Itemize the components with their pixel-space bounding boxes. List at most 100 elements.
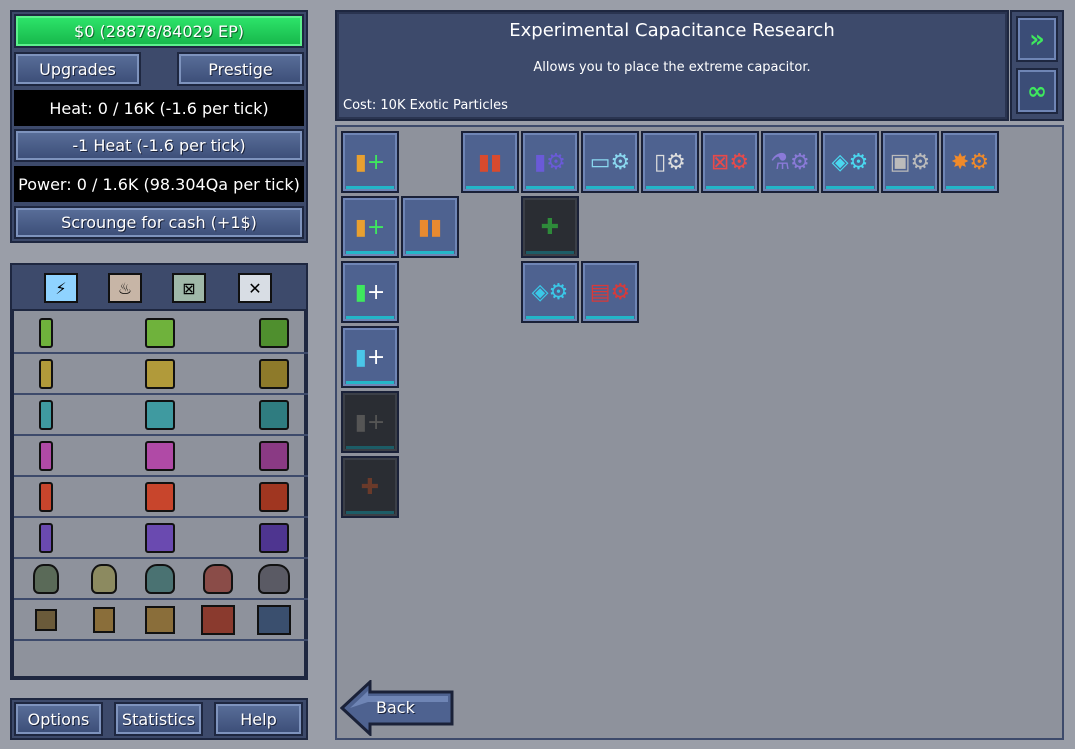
exchanger-category-tab[interactable]: ⊠ <box>172 273 206 303</box>
capacitor-3[interactable] <box>142 603 178 637</box>
research-exchanger[interactable]: ▭⚙ <box>581 131 639 193</box>
info-cost: Cost: 10K Exotic Particles <box>343 98 508 113</box>
quad-cell[interactable] <box>256 439 292 473</box>
upgrades-button[interactable]: Upgrades <box>14 52 141 86</box>
research-particle-accelerator[interactable]: ✸⚙ <box>941 131 999 193</box>
fuel-cell-icon <box>259 441 289 471</box>
infinity-button[interactable]: ∞ <box>1016 68 1058 114</box>
quad-cell[interactable] <box>256 521 292 555</box>
cell-row-nefastium <box>14 518 308 559</box>
fuel-cell-icon <box>145 318 175 348</box>
exchanger-icon: ▭⚙ <box>589 149 631 175</box>
quad-cell[interactable] <box>256 316 292 350</box>
cell-upgrade-icon: ▮+ <box>354 149 386 175</box>
research-cell-power[interactable]: ▮+ <box>341 131 399 193</box>
reflector-row <box>14 559 308 600</box>
cell-row-seaborgium <box>14 436 308 477</box>
fuel-cell-icon <box>259 318 289 348</box>
quad-cell[interactable] <box>256 480 292 514</box>
coolant-icon: ▮⚙ <box>534 149 566 175</box>
double-cell[interactable] <box>142 439 178 473</box>
cell-row-uranium <box>14 313 308 354</box>
fuel-cell-icon <box>259 359 289 389</box>
back-button[interactable]: Back <box>340 680 455 736</box>
research-coolant-cell[interactable]: ◈⚙ <box>821 131 879 193</box>
heat-category-tab[interactable]: ♨ <box>108 273 142 303</box>
exchanger-icon: ⊠ <box>182 278 196 298</box>
vent-icon: ▮▮ <box>477 149 503 175</box>
flame-icon: ♨ <box>117 278 133 298</box>
capacitor-4[interactable] <box>200 603 236 637</box>
reflector-2[interactable] <box>86 562 122 596</box>
fuel-cell-icon <box>259 400 289 430</box>
scrounge-button[interactable]: Scrounge for cash (+1$) <box>14 206 304 239</box>
help-button[interactable]: Help <box>214 702 303 736</box>
double-cell-icon: ▮▮ <box>417 214 443 240</box>
research-locked-capacitor[interactable]: ✚ <box>521 196 579 258</box>
capacitor-row <box>14 600 308 641</box>
misc-category-tab[interactable]: ✕ <box>238 273 272 303</box>
research-inlet[interactable]: ▯⚙ <box>641 131 699 193</box>
cross-icon: ✕ <box>248 278 262 298</box>
research-double-cell[interactable]: ▮▮ <box>401 196 459 258</box>
double-chevron-right-icon: » <box>1029 25 1045 53</box>
research-cell-perpetual[interactable]: ▮+ <box>341 326 399 388</box>
double-cell[interactable] <box>142 357 178 391</box>
reflector-icon <box>258 564 290 594</box>
reflector-4[interactable] <box>200 562 236 596</box>
statistics-button[interactable]: Statistics <box>114 702 203 736</box>
single-cell[interactable] <box>28 316 64 350</box>
research-extreme-coolant[interactable]: ◈⚙ <box>521 261 579 323</box>
single-cell[interactable] <box>28 480 64 514</box>
reflector-3[interactable] <box>142 562 178 596</box>
vent-heat-button[interactable]: -1 Heat (-1.6 per tick) <box>14 129 304 162</box>
single-cell[interactable] <box>28 439 64 473</box>
research-cell-heat[interactable]: ▮+ <box>341 196 399 258</box>
capacitor-icon <box>201 605 235 635</box>
research-locked-2[interactable]: ✚ <box>341 456 399 518</box>
extreme-coolant-icon: ◈⚙ <box>531 279 569 305</box>
reflector-5[interactable] <box>256 562 292 596</box>
quad-cell[interactable] <box>256 398 292 432</box>
fuel-cell-icon <box>259 482 289 512</box>
options-button[interactable]: Options <box>14 702 103 736</box>
info-panel: Experimental Capacitance Research Allows… <box>335 10 1009 121</box>
research-reactor-plating[interactable]: ⚗⚙ <box>761 131 819 193</box>
power-category-tab[interactable]: ⚡ <box>44 273 78 303</box>
capacitor-icon <box>145 606 175 634</box>
capacitor-1[interactable] <box>28 603 64 637</box>
capacitor-icon: ▣⚙ <box>889 149 931 175</box>
double-cell[interactable] <box>142 521 178 555</box>
heat-display: Heat: 0 / 16K (-1.6 per tick) <box>14 90 304 126</box>
research-heat-vent[interactable]: ▮▮ <box>461 131 519 193</box>
single-cell[interactable] <box>28 357 64 391</box>
double-cell[interactable] <box>142 398 178 432</box>
category-tabs: ⚡ ♨ ⊠ ✕ <box>12 265 306 309</box>
fuel-cell-icon <box>39 318 53 348</box>
double-cell[interactable] <box>142 480 178 514</box>
research-cell-lifetime[interactable]: ▮+ <box>341 261 399 323</box>
forward-button[interactable]: » <box>1016 16 1058 62</box>
reflector-1[interactable] <box>28 562 64 596</box>
cell-row-dolorium <box>14 477 308 518</box>
single-cell[interactable] <box>28 521 64 555</box>
info-description: Allows you to place the extreme capacito… <box>533 60 811 75</box>
research-coolant[interactable]: ▮⚙ <box>521 131 579 193</box>
coolant-cell-icon: ◈⚙ <box>831 149 869 175</box>
double-cell[interactable] <box>142 316 178 350</box>
research-capacitor[interactable]: ▣⚙ <box>881 131 939 193</box>
info-title: Experimental Capacitance Research <box>509 20 835 41</box>
research-locked-1[interactable]: ▮+ <box>341 391 399 453</box>
extreme-capacitor-icon: ▤⚙ <box>589 279 631 305</box>
research-extreme-capacitor[interactable]: ▤⚙ <box>581 261 639 323</box>
capacitor-5[interactable] <box>256 603 292 637</box>
fuel-cell-icon <box>145 400 175 430</box>
reflector-icon <box>145 564 175 594</box>
locked-upgrade-icon: ▮+ <box>354 409 386 435</box>
prestige-button[interactable]: Prestige <box>177 52 304 86</box>
research-outlet[interactable]: ⊠⚙ <box>701 131 759 193</box>
cell-row-thorium <box>14 395 308 436</box>
single-cell[interactable] <box>28 398 64 432</box>
capacitor-2[interactable] <box>86 603 122 637</box>
quad-cell[interactable] <box>256 357 292 391</box>
